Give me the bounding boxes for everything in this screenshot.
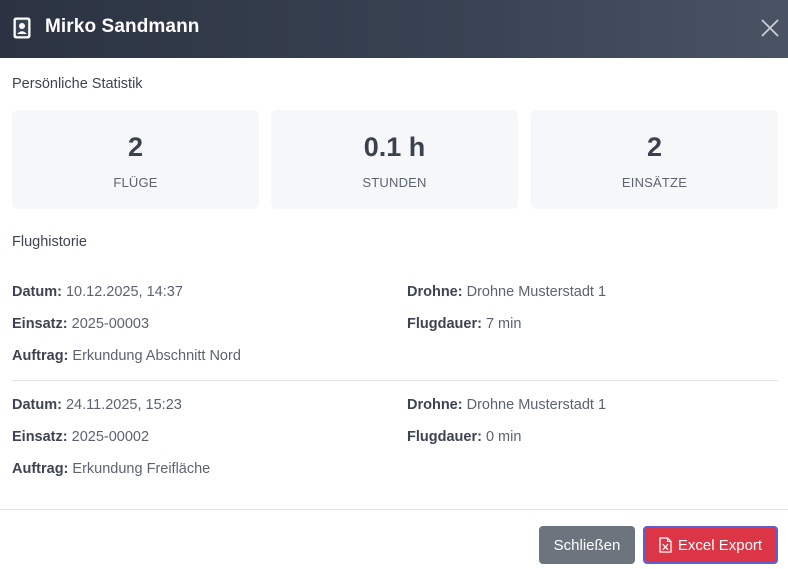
duration-label: Flugdauer: [407, 316, 482, 332]
mission-value: 2025-00003 [71, 316, 150, 332]
export-label: Excel Export [677, 536, 763, 554]
drone-value: Drohne Musterstadt 1 [466, 397, 607, 413]
entry-mission: Einsatz: 2025-00002 [12, 429, 149, 445]
entry-date: Datum: 24.11.2025, 15:23 [12, 397, 182, 413]
drone-value: Drohne Musterstadt 1 [466, 284, 607, 300]
stat-card-hours: 0.1 h STUNDEN [271, 110, 518, 209]
stat-value: 0.1 h [363, 132, 426, 162]
close-icon[interactable] [761, 19, 779, 37]
id-badge-icon [13, 17, 31, 39]
entry-drone: Drohne: Drohne Musterstadt 1 [407, 397, 606, 413]
order-value: Erkundung Freifläche [72, 461, 211, 477]
order-label: Auftrag: [12, 461, 69, 477]
footer-divider [0, 509, 788, 510]
file-excel-icon [659, 537, 672, 553]
duration-value: 7 min [485, 316, 522, 332]
stat-value: 2 [127, 132, 144, 162]
order-value: Erkundung Abschnitt Nord [72, 348, 241, 364]
mission-label: Einsatz: [12, 429, 68, 445]
date-label: Datum: [12, 284, 62, 300]
stat-card-missions: 2 EINSÄTZE [531, 110, 778, 209]
entry-drone: Drohne: Drohne Musterstadt 1 [407, 284, 606, 300]
mission-label: Einsatz: [12, 316, 68, 332]
stat-label: STUNDEN [362, 175, 427, 190]
mission-value: 2025-00002 [71, 429, 150, 445]
close-button[interactable] [756, 14, 784, 42]
dialog-title: Mirko Sandmann [45, 16, 200, 37]
history-section-title: Flughistorie [12, 234, 87, 250]
stat-label: EINSÄTZE [621, 175, 688, 190]
duration-value: 0 min [485, 429, 522, 445]
entry-order: Auftrag: Erkundung Abschnitt Nord [12, 348, 241, 364]
entry-duration: Flugdauer: 7 min [407, 316, 521, 332]
date-value: 10.12.2025, 14:37 [65, 284, 183, 300]
stat-value: 2 [646, 132, 663, 162]
stat-card-flights: 2 FLÜGE [12, 110, 259, 209]
entry-mission: Einsatz: 2025-00003 [12, 316, 149, 332]
entry-order: Auftrag: Erkundung Freifläche [12, 461, 210, 477]
entry-date: Datum: 10.12.2025, 14:37 [12, 284, 183, 300]
entry-duration: Flugdauer: 0 min [407, 429, 521, 445]
excel-export-button[interactable]: Excel Export [643, 526, 778, 564]
stats-section-title: Persönliche Statistik [12, 76, 143, 92]
date-value: 24.11.2025, 15:23 [65, 397, 182, 413]
dialog-header: Mirko Sandmann [0, 0, 788, 58]
order-label: Auftrag: [12, 348, 69, 364]
date-label: Datum: [12, 397, 62, 413]
entry-divider [12, 380, 778, 381]
close-dialog-button[interactable]: Schließen [539, 526, 635, 564]
stat-label: FLÜGE [113, 175, 158, 190]
drone-label: Drohne: [407, 397, 463, 413]
duration-label: Flugdauer: [407, 429, 482, 445]
drone-label: Drohne: [407, 284, 463, 300]
